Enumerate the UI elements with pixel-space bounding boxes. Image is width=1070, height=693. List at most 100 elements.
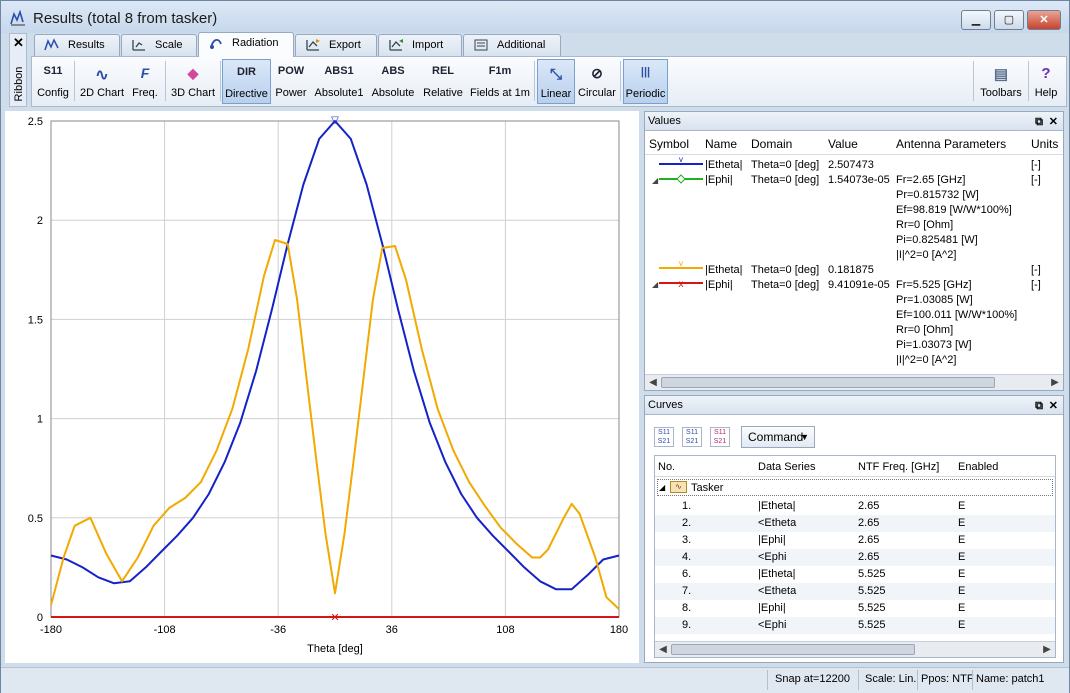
tab-scale[interactable]: Scale <box>121 34 197 56</box>
absolute1-button[interactable]: ABS1 Absolute1 <box>311 59 367 104</box>
curve-row[interactable]: 9. <Ephi 5.525 E <box>655 617 1055 634</box>
status-scale: Scale: Lin. <box>865 673 917 685</box>
button-label: Relative <box>423 87 463 99</box>
curve-row[interactable]: 7. <Etheta 5.525 E <box>655 583 1055 600</box>
separator <box>74 61 75 101</box>
col-no[interactable]: No. <box>658 461 675 473</box>
radiation-chart-svg[interactable]: -180 -108 -36 36 108 180 0 0.5 1 1.5 2 2.5 Theta [de… <box>5 111 639 663</box>
curve-row[interactable]: 4. <Ephi 2.65 E <box>655 549 1055 566</box>
close-panel-icon[interactable]: ✕ <box>1049 113 1058 131</box>
close-panel-icon[interactable]: ✕ <box>1049 397 1058 415</box>
export-icon <box>306 39 320 51</box>
expand-icon[interactable]: ◢ <box>652 280 659 289</box>
circular-icon: ⊘ <box>591 65 603 81</box>
chart-2d-button[interactable]: ∿ 2D Chart <box>77 59 127 104</box>
button-label: Periodic <box>625 88 666 100</box>
col-ntf-freq[interactable]: NTF Freq. [GHz] <box>858 461 939 473</box>
circular-button[interactable]: ⊘ Circular <box>576 59 618 104</box>
y-tick-label: 2 <box>37 215 43 227</box>
scroll-thumb[interactable] <box>671 644 915 655</box>
values-panel: Values ⧉ ✕ Symbol Name Domain Value Anten… <box>644 111 1064 391</box>
close-window-button[interactable]: ✕ <box>1027 10 1061 30</box>
diamond-marker <box>676 174 686 184</box>
tab-radiation[interactable]: Radiation <box>198 32 294 57</box>
param-pi: Pi=0.825481 [W] <box>896 234 978 246</box>
linear-icon: ⤡ <box>549 66 562 83</box>
tab-results[interactable]: Results <box>34 34 120 56</box>
tab-import[interactable]: Import <box>378 34 462 56</box>
tasker-group-row[interactable]: ◢ ∿ Tasker <box>657 479 1053 496</box>
tab-label: Radiation <box>232 37 279 49</box>
tab-additional[interactable]: Additional <box>463 34 561 56</box>
ribbon-close-icon[interactable]: ✕ <box>13 35 24 51</box>
scroll-right-icon[interactable]: ▶ <box>1040 642 1054 657</box>
radiation-chart[interactable]: -180 -108 -36 36 108 180 0 0.5 1 1.5 2 2.5 Theta [de… <box>5 111 639 663</box>
col-value[interactable]: Value <box>828 137 858 151</box>
relative-button[interactable]: REL Relative <box>419 59 467 104</box>
status-snap: Snap at=12200 <box>775 673 850 685</box>
col-domain[interactable]: Domain <box>751 137 792 151</box>
maximize-button[interactable]: ▢ <box>994 10 1024 30</box>
periodic-button[interactable]: ||| Periodic <box>623 59 668 104</box>
absolute1-icon: ABS1 <box>324 65 354 77</box>
curve-cell-en: E <box>958 534 966 546</box>
chart-3d-button[interactable]: ◆ 3D Chart <box>168 59 218 104</box>
help-button[interactable]: ? Help <box>1031 59 1061 104</box>
curve-row[interactable]: 8. |Ephi| 5.525 E <box>655 600 1055 617</box>
curves-table: No. Data Series NTF Freq. [GHz] Enabled … <box>654 455 1056 658</box>
col-data-series[interactable]: Data Series <box>758 461 815 473</box>
col-antenna-parameters[interactable]: Antenna Parameters <box>896 137 1006 151</box>
fields-at-1m-button[interactable]: F1m Fields at 1m <box>468 59 532 104</box>
linear-button[interactable]: ⤡ Linear <box>537 59 575 104</box>
curve-cell-no: 1. <box>682 500 692 512</box>
x-tick-label: -36 <box>270 624 286 636</box>
curve-cell-freq: 5.525 <box>858 619 886 631</box>
tab-export[interactable]: Export <box>295 34 377 56</box>
command-dropdown[interactable]: Command ▼ <box>741 426 815 448</box>
scroll-left-icon[interactable]: ◀ <box>656 642 670 657</box>
curve-cell-series: |Ephi| <box>758 602 786 614</box>
col-name[interactable]: Name <box>705 137 737 151</box>
plot-frame <box>50 120 620 618</box>
col-enabled[interactable]: Enabled <box>958 461 998 473</box>
x-tick-label: 36 <box>386 624 398 636</box>
values-panel-title: Values <box>648 115 681 127</box>
collapse-icon[interactable]: ◢ <box>659 483 665 492</box>
expand-icon[interactable]: ◢ <box>652 176 659 185</box>
scroll-thumb[interactable] <box>661 377 995 388</box>
absolute-button[interactable]: ABS Absolute <box>368 59 418 104</box>
float-panel-icon[interactable]: ⧉ <box>1035 397 1043 415</box>
toolbars-button[interactable]: ▤ Toolbars <box>977 59 1025 104</box>
separator <box>534 61 535 101</box>
curve-row[interactable]: 3. |Ephi| 2.65 E <box>655 532 1055 549</box>
curve-cell-series: <Etheta <box>758 517 797 529</box>
curve-cell-no: 8. <box>682 602 692 614</box>
scroll-right-icon[interactable]: ▶ <box>1048 375 1062 390</box>
curve-cell-en: E <box>958 619 966 631</box>
config-button[interactable]: S11 Config <box>34 59 72 104</box>
curve-row[interactable]: 6. |Etheta| 5.525 E <box>655 566 1055 583</box>
sort-s11-s21-icon[interactable]: S11 S21 <box>654 427 674 447</box>
select-s11-s21-icon[interactable]: S11 S21 <box>682 427 702 447</box>
value-row-domain: Theta=0 [deg] <box>751 264 820 276</box>
deselect-s11-s21-icon[interactable]: S11 S21 <box>710 427 730 447</box>
col-units[interactable]: Units <box>1031 137 1058 151</box>
results-app-icon <box>10 10 25 26</box>
power-button[interactable]: POW Power <box>272 59 310 104</box>
values-hscrollbar[interactable]: ◀ ▶ <box>645 374 1063 390</box>
scroll-left-icon[interactable]: ◀ <box>646 375 660 390</box>
curve-row[interactable]: 1. |Etheta| 2.65 E <box>655 498 1055 515</box>
float-panel-icon[interactable]: ⧉ <box>1035 113 1043 131</box>
scale-icon <box>132 40 145 51</box>
freq-button[interactable]: F Freq. <box>128 59 162 104</box>
curve-cell-en: E <box>958 500 966 512</box>
x-tick-label: -180 <box>40 624 62 636</box>
minimize-button[interactable]: ▁ <box>961 10 991 30</box>
curve-row[interactable]: 2. <Etheta 2.65 E <box>655 515 1055 532</box>
curves-hscrollbar[interactable]: ◀ ▶ <box>655 641 1055 657</box>
directive-button[interactable]: DIR Directive <box>222 59 271 104</box>
value-row-domain: Theta=0 [deg] <box>751 174 820 186</box>
col-symbol[interactable]: Symbol <box>649 137 689 151</box>
tab-label: Scale <box>155 39 183 51</box>
curve-cell-en: E <box>958 585 966 597</box>
